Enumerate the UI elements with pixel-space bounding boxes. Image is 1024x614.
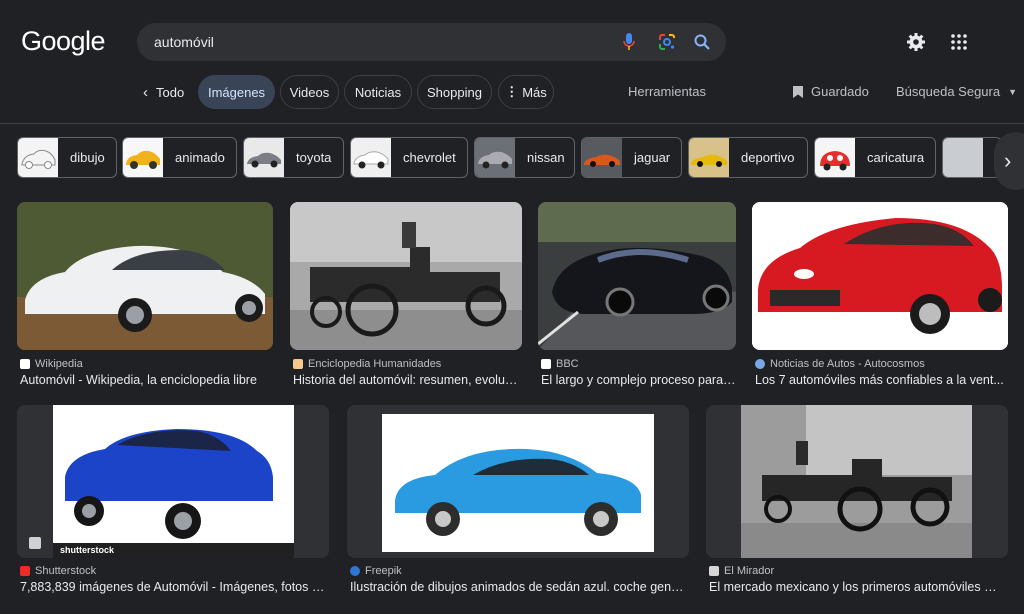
image-type-icon bbox=[29, 537, 41, 549]
freepik-favicon-icon bbox=[350, 566, 360, 576]
result-source-label: BBC bbox=[556, 358, 579, 370]
shutterstock-favicon-icon bbox=[20, 566, 30, 576]
result-source-label: Noticias de Autos - Autocosmos bbox=[770, 358, 925, 370]
tab-all-label: Todo bbox=[156, 84, 185, 100]
chip-label: jaguar bbox=[634, 150, 671, 165]
humanidades-favicon-icon bbox=[293, 359, 303, 369]
bookmark-icon bbox=[793, 85, 803, 98]
result-source: Shutterstock bbox=[20, 565, 96, 577]
result-title[interactable]: Automóvil - Wikipedia, la enciclopedia l… bbox=[20, 373, 276, 387]
safe-search-dropdown[interactable]: Búsqueda Segura ▼ bbox=[896, 84, 1017, 99]
microphone-icon[interactable] bbox=[619, 32, 639, 52]
chips-next-button[interactable]: › bbox=[994, 132, 1024, 190]
tab-all-back[interactable]: ‹ Todo bbox=[143, 75, 184, 109]
result-source: Enciclopedia Humanidades bbox=[293, 358, 441, 370]
google-logo[interactable]: Google bbox=[21, 26, 106, 57]
chip-thumbnail bbox=[18, 138, 58, 177]
chevron-left-icon: ‹ bbox=[143, 83, 148, 101]
settings-gear-icon[interactable] bbox=[905, 31, 927, 53]
search-input[interactable]: automóvil bbox=[154, 34, 214, 50]
chip-label: animado bbox=[175, 150, 225, 165]
result-watermark: shutterstock bbox=[60, 545, 115, 555]
chip-label: dibujo bbox=[70, 150, 105, 165]
chip-caricatura[interactable]: caricatura bbox=[814, 137, 936, 178]
result-image[interactable] bbox=[17, 202, 273, 350]
chip-nissan[interactable]: nissan bbox=[474, 137, 575, 178]
chip-label: chevrolet bbox=[403, 150, 456, 165]
result-source-label: Shutterstock bbox=[35, 565, 97, 577]
chip-animado[interactable]: animado bbox=[122, 137, 237, 178]
result-source: Noticias de Autos - Autocosmos bbox=[755, 358, 925, 370]
chip-thumbnail bbox=[689, 138, 729, 177]
chevron-right-icon: › bbox=[1004, 148, 1012, 173]
chip-dibujo[interactable]: dibujo bbox=[17, 137, 117, 178]
result-source-label: Wikipedia bbox=[35, 358, 83, 370]
chip-jaguar[interactable]: jaguar bbox=[581, 137, 682, 178]
chip-label: caricatura bbox=[867, 150, 925, 165]
dropdown-arrow-icon: ▼ bbox=[1008, 86, 1018, 97]
wikipedia-favicon-icon bbox=[20, 359, 30, 369]
result-image[interactable] bbox=[290, 202, 522, 350]
header-divider bbox=[0, 123, 1024, 124]
chip-label: toyota bbox=[296, 150, 332, 165]
chip-thumbnail bbox=[815, 138, 855, 177]
chip-thumbnail bbox=[475, 138, 515, 177]
bbc-favicon-icon bbox=[541, 359, 551, 369]
safe-search-label: Búsqueda Segura bbox=[896, 84, 1001, 99]
chip-thumbnail bbox=[123, 138, 163, 177]
apps-grid-icon[interactable] bbox=[948, 31, 970, 53]
chip-label: nissan bbox=[527, 150, 565, 165]
result-source-label: Freepik bbox=[365, 565, 402, 577]
tab-videos[interactable]: Videos bbox=[280, 75, 339, 109]
result-image[interactable] bbox=[706, 405, 1008, 558]
tab-more[interactable]: ⋮ Más bbox=[498, 75, 554, 109]
result-source-label: Enciclopedia Humanidades bbox=[308, 358, 442, 370]
tab-more-label: Más bbox=[522, 84, 547, 100]
result-image[interactable] bbox=[347, 405, 689, 558]
result-source: BBC bbox=[541, 358, 579, 370]
result-title[interactable]: Los 7 automóviles más confiables a la ve… bbox=[755, 373, 1006, 387]
more-vert-icon: ⋮ bbox=[505, 84, 519, 99]
chip-thumbnail bbox=[244, 138, 284, 177]
result-title[interactable]: Historia del automóvil: resumen, evoluc.… bbox=[293, 373, 521, 387]
chip-chevrolet[interactable]: chevrolet bbox=[350, 137, 468, 178]
result-title[interactable]: El mercado mexicano y los primeros autom… bbox=[709, 580, 1007, 594]
chip-toyota[interactable]: toyota bbox=[243, 137, 344, 178]
chip-thumbnail bbox=[351, 138, 391, 177]
google-lens-icon[interactable] bbox=[657, 32, 677, 52]
result-source: Freepik bbox=[350, 565, 402, 577]
tab-images[interactable]: Imágenes bbox=[198, 75, 275, 109]
chip-thumbnail bbox=[582, 138, 622, 177]
result-image[interactable] bbox=[538, 202, 736, 350]
saved-button[interactable]: Guardado bbox=[792, 84, 869, 99]
result-title[interactable]: 7,883,839 imágenes de Automóvil - Imágen… bbox=[20, 580, 330, 594]
tab-shopping[interactable]: Shopping bbox=[417, 75, 492, 109]
elmirador-favicon-icon bbox=[709, 566, 719, 576]
result-source: El Mirador bbox=[709, 565, 774, 577]
autocosmos-favicon-icon bbox=[755, 359, 765, 369]
result-source: Wikipedia bbox=[20, 358, 83, 370]
search-bar[interactable]: automóvil bbox=[137, 23, 726, 61]
chip-partial[interactable] bbox=[942, 137, 1002, 178]
result-title[interactable]: Ilustración de dibujos animados de sedán… bbox=[350, 580, 688, 594]
result-title[interactable]: El largo y complejo proceso para ... bbox=[541, 373, 736, 387]
saved-label: Guardado bbox=[811, 84, 869, 99]
chip-label: deportivo bbox=[741, 150, 795, 165]
tab-news[interactable]: Noticias bbox=[344, 75, 412, 109]
tools-button[interactable]: Herramientas bbox=[628, 84, 706, 99]
result-source-label: El Mirador bbox=[724, 565, 775, 577]
search-icon[interactable] bbox=[692, 32, 712, 52]
google-images-page: Google automóvil ‹ Todo Imágenes Videos … bbox=[0, 0, 1024, 614]
chip-deportivo[interactable]: deportivo bbox=[688, 137, 808, 178]
chip-thumbnail bbox=[943, 138, 983, 177]
result-image[interactable] bbox=[752, 202, 1008, 350]
result-image[interactable]: shutterstock bbox=[17, 405, 329, 558]
